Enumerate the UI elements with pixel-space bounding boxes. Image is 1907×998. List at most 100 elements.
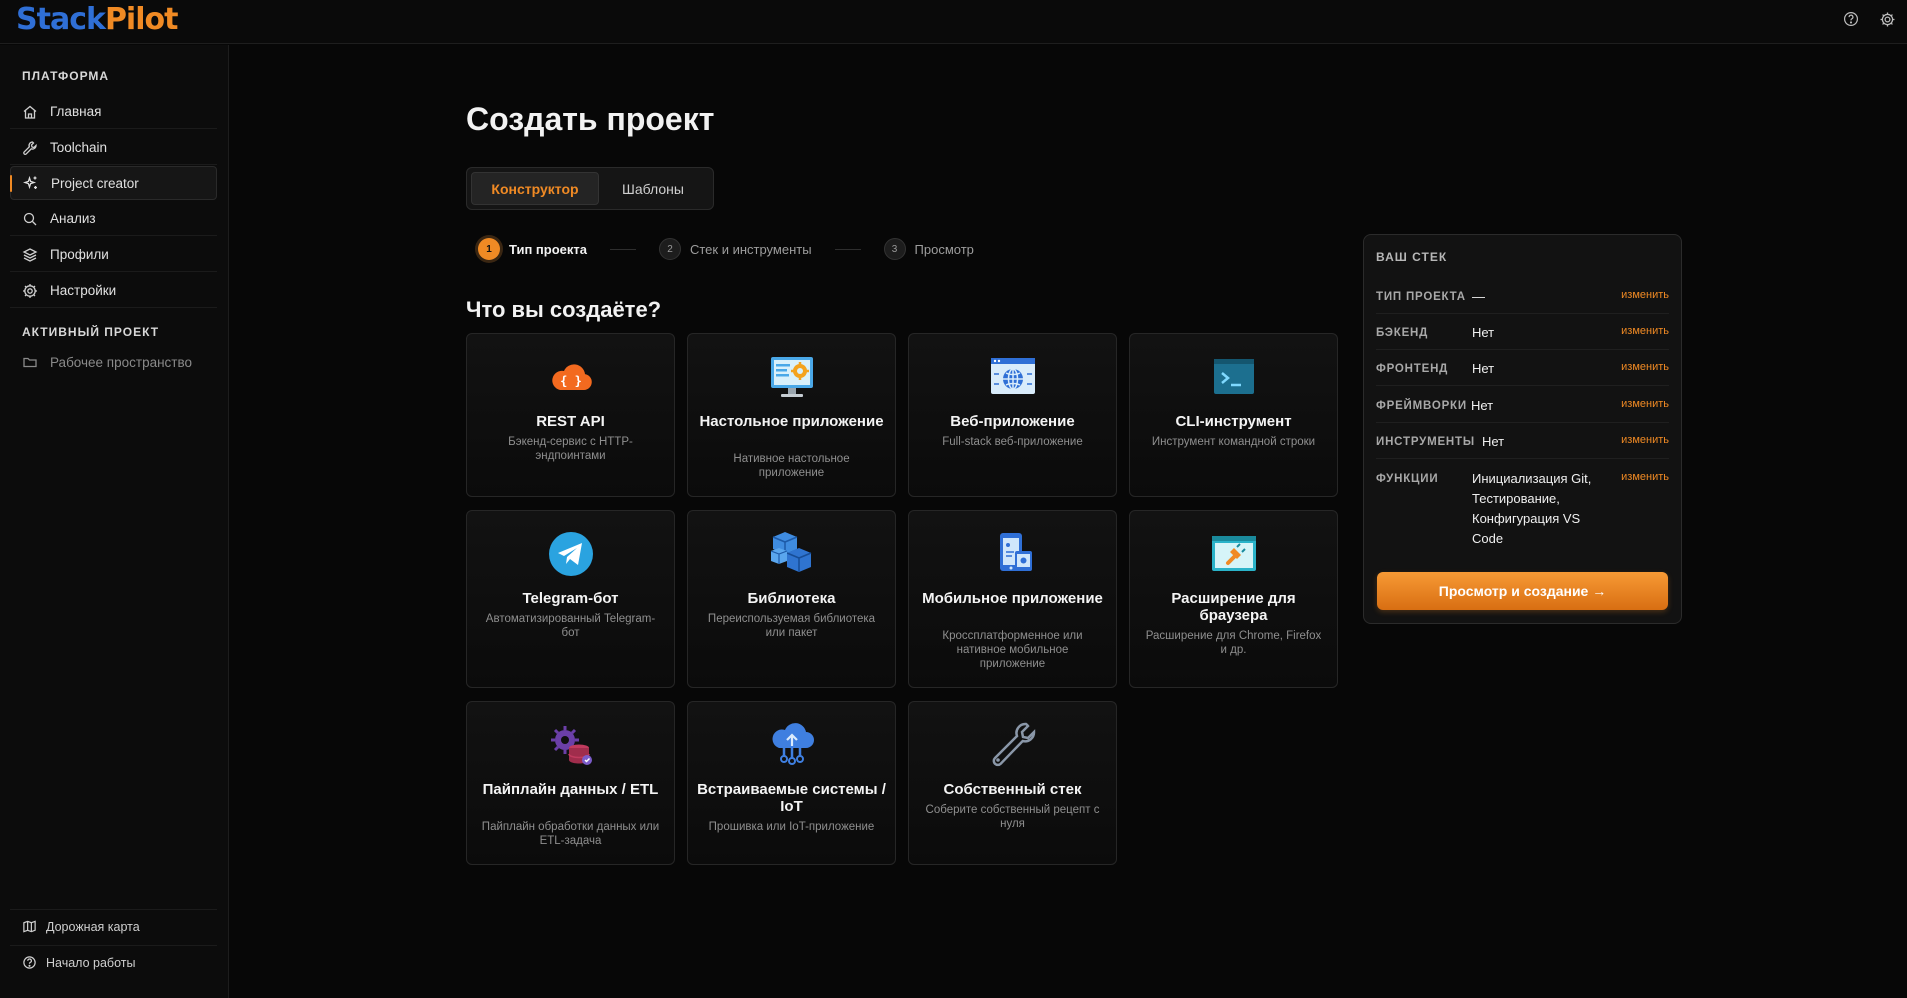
web-globe-icon bbox=[990, 358, 1035, 394]
desktop-gear-icon bbox=[770, 357, 813, 397]
card-description: Соберите собственный рецепт с нуля bbox=[925, 804, 1100, 830]
sidebar-item-toolchain[interactable]: Toolchain bbox=[10, 131, 217, 165]
card-title: Настольное приложение bbox=[699, 413, 884, 430]
app-logo[interactable]: StackPilot bbox=[16, 2, 178, 37]
mode-tabs: Конструктор Шаблоны bbox=[466, 167, 714, 210]
stack-row-tools: ИНСТРУМЕНТЫ Нет изменить bbox=[1376, 428, 1669, 459]
gear-icon bbox=[23, 283, 37, 298]
search-icon bbox=[23, 212, 37, 225]
card-title: Библиотека bbox=[747, 590, 836, 607]
card-description: Пайплайн обработки данных или ETL-задача bbox=[481, 821, 660, 847]
stack-row-features: ФУНКЦИИ Инициализация Git, Тестирование,… bbox=[1376, 465, 1669, 557]
stack-value: Нет bbox=[1472, 361, 1495, 376]
map-icon bbox=[23, 920, 36, 933]
project-type-card-telegram[interactable]: Telegram-бот Автоматизированный Telegram… bbox=[466, 510, 675, 688]
plugin-icon bbox=[1211, 536, 1256, 571]
step-label: Тип проекта bbox=[509, 241, 587, 257]
cubes-icon bbox=[770, 532, 811, 572]
card-title: Пайплайн данных / ETL bbox=[482, 781, 659, 798]
stack-row-backend: БЭКЕНД Нет изменить bbox=[1376, 319, 1669, 350]
edit-link[interactable]: изменить bbox=[1621, 361, 1669, 373]
card-description: Бэкенд-сервис с HTTP-эндпоинтами bbox=[508, 436, 633, 462]
layers-icon bbox=[22, 247, 38, 262]
iot-cloud-icon bbox=[772, 723, 814, 765]
stack-row-frameworks: ФРЕЙМВОРКИ Нет изменить bbox=[1376, 392, 1669, 423]
card-description: Full-stack веб-приложение bbox=[942, 436, 1083, 448]
stack-value: Нет bbox=[1471, 398, 1494, 413]
card-description: Автоматизированный Telegram-бот bbox=[485, 613, 656, 639]
card-title: Мобильное приложение bbox=[922, 590, 1103, 607]
home-icon bbox=[23, 105, 37, 119]
edit-link[interactable]: изменить bbox=[1621, 398, 1669, 410]
review-and-create-button[interactable]: Просмотр и создание → bbox=[1377, 572, 1668, 610]
card-description: Переиспользуемая библиотека или пакет bbox=[707, 613, 876, 639]
edit-link[interactable]: изменить bbox=[1621, 434, 1669, 446]
top-bar: StackPilot bbox=[0, 0, 1907, 44]
sidebar-item-getting-started[interactable]: Начало работы bbox=[10, 945, 217, 979]
step-connector bbox=[609, 248, 636, 250]
stack-key: ФУНКЦИИ bbox=[1376, 473, 1439, 485]
card-description: Нативное настольное приложение bbox=[733, 453, 850, 479]
card-title: Встраиваемые системы / IoT bbox=[697, 781, 886, 815]
help-circle-icon bbox=[23, 956, 36, 969]
sidebar-item-settings[interactable]: Настройки bbox=[10, 274, 217, 308]
card-description: Расширение для Chrome, Firefox и др. bbox=[1145, 630, 1322, 656]
sidebar-item-workspace[interactable]: Рабочее пространство bbox=[10, 345, 217, 379]
step-label: Стек и инструменты bbox=[689, 241, 812, 257]
stack-value: Нет bbox=[1472, 325, 1495, 340]
step-number: 2 bbox=[658, 238, 681, 260]
stack-row-project-type: ТИП ПРОЕКТА — изменить bbox=[1376, 283, 1669, 314]
project-type-card-cli[interactable]: CLI-инструмент Инструмент командной стро… bbox=[1129, 333, 1338, 497]
step-review[interactable]: 3 Просмотр bbox=[883, 238, 974, 260]
terminal-icon bbox=[1213, 359, 1254, 394]
project-type-card-embedded-iot[interactable]: Встраиваемые системы / IoT Прошивка или … bbox=[687, 701, 896, 865]
telegram-icon bbox=[548, 532, 593, 576]
stack-key: БЭКЕНД bbox=[1376, 327, 1429, 339]
project-type-card-library[interactable]: Библиотека Переиспользуемая библиотека и… bbox=[687, 510, 896, 688]
project-type-card-desktop[interactable]: Настольное приложение Нативное настольно… bbox=[687, 333, 896, 497]
page-title: Создать проект bbox=[466, 101, 715, 137]
project-type-card-rest-api[interactable]: { } REST API Бэкенд-сервис с HTTP-эндпои… bbox=[466, 333, 675, 497]
mobile-icon bbox=[999, 533, 1032, 571]
card-description: Инструмент командной строки bbox=[1151, 436, 1316, 448]
step-project-type[interactable]: 1 Тип проекта bbox=[478, 238, 587, 260]
sidebar-item-home[interactable]: Главная bbox=[10, 95, 217, 129]
project-type-card-custom-stack[interactable]: Собственный стек Соберите собственный ре… bbox=[908, 701, 1117, 865]
wizard-steps: 1 Тип проекта 2 Стек и инструменты 3 Про… bbox=[478, 238, 974, 260]
card-title: Расширение для браузера bbox=[1171, 590, 1296, 624]
step-number: 3 bbox=[883, 238, 906, 260]
sidebar: ПЛАТФОРМА Главная Toolchain Project crea… bbox=[0, 45, 229, 998]
stack-value: Нет bbox=[1482, 434, 1505, 449]
sidebar-section-platform: ПЛАТФОРМА bbox=[22, 69, 110, 83]
project-type-card-web-app[interactable]: Веб-приложение Full-stack веб-приложение bbox=[908, 333, 1117, 497]
card-title: Собственный стек bbox=[943, 781, 1082, 798]
help-icon[interactable] bbox=[1841, 9, 1861, 29]
settings-icon[interactable] bbox=[1877, 9, 1897, 29]
edit-link[interactable]: изменить bbox=[1621, 289, 1669, 301]
stack-value: Инициализация Git, Тестирование, Конфигу… bbox=[1472, 471, 1592, 546]
step-stack-tools[interactable]: 2 Стек и инструменты bbox=[658, 238, 812, 260]
step-label: Просмотр bbox=[914, 241, 974, 257]
card-title: Веб-приложение bbox=[950, 413, 1075, 430]
project-type-card-data-pipeline[interactable]: Пайплайн данных / ETL Пайплайн обработки… bbox=[466, 701, 675, 865]
wrench-icon bbox=[23, 140, 37, 155]
data-gear-icon bbox=[550, 726, 592, 765]
edit-link[interactable]: изменить bbox=[1621, 471, 1669, 483]
card-description: Кроссплатформенное или нативное мобильно… bbox=[942, 630, 1083, 670]
folder-icon bbox=[23, 357, 37, 368]
sparkle-icon bbox=[23, 175, 37, 190]
stack-value: — bbox=[1472, 289, 1485, 304]
tab-templates[interactable]: Шаблоны bbox=[603, 172, 703, 205]
sidebar-item-roadmap[interactable]: Дорожная карта bbox=[10, 909, 217, 943]
stack-key: ИНСТРУМЕНТЫ bbox=[1376, 436, 1475, 448]
sidebar-item-analysis[interactable]: Анализ bbox=[10, 202, 217, 236]
tab-constructor[interactable]: Конструктор bbox=[471, 172, 599, 205]
project-type-card-browser-extension[interactable]: Расширение для браузера Расширение для C… bbox=[1129, 510, 1338, 688]
sidebar-item-project-creator[interactable]: Project creator bbox=[10, 166, 217, 200]
tool-icon bbox=[992, 722, 1035, 767]
sidebar-item-profiles[interactable]: Профили bbox=[10, 238, 217, 272]
card-title: REST API bbox=[536, 413, 605, 430]
project-type-card-mobile[interactable]: Мобильное приложение Кроссплатформенное … bbox=[908, 510, 1117, 688]
edit-link[interactable]: изменить bbox=[1621, 325, 1669, 337]
stack-row-frontend: ФРОНТЕНД Нет изменить bbox=[1376, 355, 1669, 386]
